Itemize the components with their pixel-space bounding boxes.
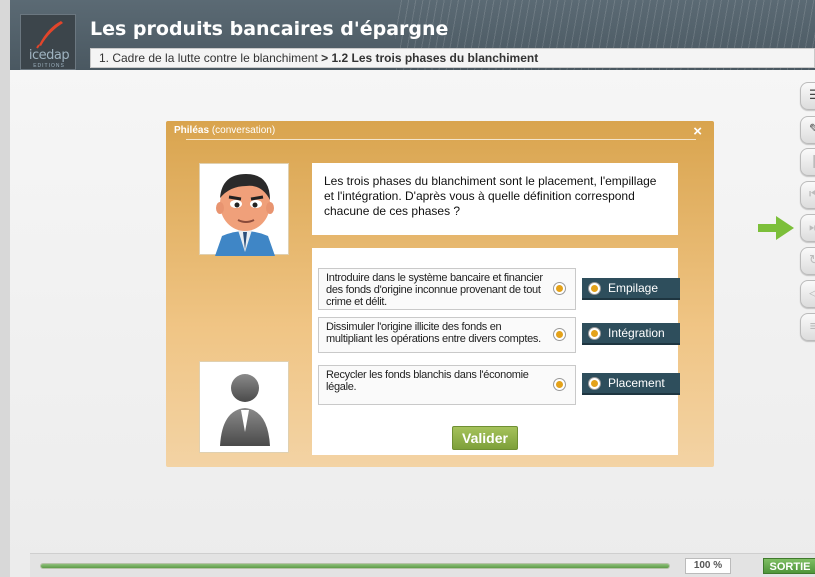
list-icon[interactable]: ☰ xyxy=(800,82,815,110)
user-portrait xyxy=(199,361,289,453)
breadcrumb: 1. Cadre de la lutte contre le blanchime… xyxy=(90,48,815,68)
radio-icon[interactable] xyxy=(554,379,565,390)
quill-icon xyxy=(36,21,63,49)
phase-label: Placement xyxy=(608,376,665,390)
definition-box[interactable]: Introduire dans le système bancaire et f… xyxy=(318,268,576,310)
skip-back-icon[interactable]: ⏮ xyxy=(800,181,815,209)
speaker-portrait xyxy=(199,163,289,256)
radio-icon[interactable] xyxy=(554,329,565,340)
conversation-dialog: Philéas (conversation) × Les trois phase… xyxy=(166,121,714,467)
phase-label: Intégration xyxy=(608,326,665,340)
radio-icon[interactable] xyxy=(589,378,600,389)
matching-panel: Introduire dans le système bancaire et f… xyxy=(312,248,680,455)
dialog-header: Philéas (conversation) xyxy=(166,121,714,143)
wrench-icon[interactable]: ✎ xyxy=(800,116,815,144)
logo-brand: icedap xyxy=(28,48,70,63)
radio-icon[interactable] xyxy=(554,283,565,294)
header-divider xyxy=(186,139,696,140)
definition-text: Dissimuler l'origine illicite des fonds … xyxy=(326,321,541,345)
progress-label: 100 % xyxy=(685,558,731,574)
footer-bar: 100 % SORTIE xyxy=(30,553,815,577)
radio-icon[interactable] xyxy=(589,328,600,339)
phase-chip[interactable]: Placement xyxy=(582,373,680,395)
chat-icon[interactable]: ≡ xyxy=(800,313,815,341)
phase-chip[interactable]: Intégration xyxy=(582,323,680,345)
phase-chip[interactable]: Empilage xyxy=(582,278,680,300)
definition-text: Recycler les fonds blanchis dans l'écono… xyxy=(326,369,529,393)
speaker-name: Philéas xyxy=(174,125,210,136)
app-window: icedap EDITIONS Les produits bancaires d… xyxy=(0,0,815,577)
user-silhouette-icon xyxy=(220,374,270,446)
definition-box[interactable]: Recycler les fonds blanchis dans l'écono… xyxy=(318,365,576,405)
close-button[interactable]: × xyxy=(693,123,702,140)
audio-icon[interactable]: ◁ xyxy=(800,280,815,308)
exit-button[interactable]: SORTIE xyxy=(763,558,815,574)
skip-forward-icon[interactable]: ⏭ xyxy=(800,214,815,242)
next-arrow-icon xyxy=(758,216,794,240)
radio-icon[interactable] xyxy=(589,283,600,294)
validate-button[interactable]: Valider xyxy=(452,426,518,450)
definition-box[interactable]: Dissimuler l'origine illicite des fonds … xyxy=(318,317,576,353)
app-title: Les produits bancaires d'épargne xyxy=(90,18,449,40)
question-text: Les trois phases du blanchiment sont le … xyxy=(312,163,678,235)
header-bar: icedap EDITIONS Les produits bancaires d… xyxy=(10,0,815,70)
phase-label: Empilage xyxy=(608,281,659,295)
breadcrumb-current: 1.2 Les trois phases du blanchiment xyxy=(331,51,539,65)
logo-subtitle: EDITIONS xyxy=(33,63,65,69)
breadcrumb-separator: > xyxy=(317,51,332,65)
logo: icedap EDITIONS xyxy=(20,14,76,70)
breadcrumb-section[interactable]: 1. Cadre de la lutte contre le blanchime… xyxy=(99,51,318,65)
dialog-mode: (conversation) xyxy=(211,125,276,136)
progress-fill xyxy=(41,564,669,568)
progress-bar xyxy=(40,563,670,569)
pause-icon[interactable]: ❙❙ xyxy=(800,148,815,176)
replay-icon[interactable]: ↻ xyxy=(800,247,815,275)
cartoon-man-avatar xyxy=(215,174,275,256)
definition-text: Introduire dans le système bancaire et f… xyxy=(326,272,543,308)
